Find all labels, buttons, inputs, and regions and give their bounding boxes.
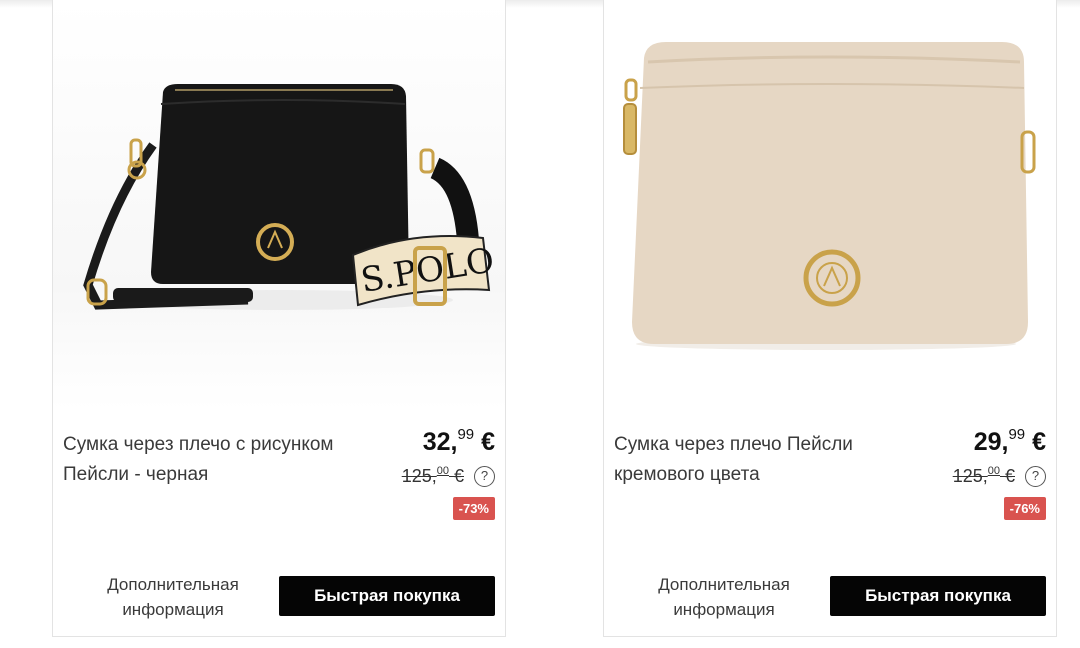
old-price-row: 125,00 € ? <box>401 465 495 487</box>
current-price: 29,99 € <box>973 426 1046 457</box>
old-price-main: 125, <box>952 466 988 486</box>
old-price-currency: € <box>448 466 464 486</box>
product-card[interactable]: S.POLO Сумка через плечо с рисунком Пейс… <box>52 0 506 637</box>
cream-bag-illustration <box>623 42 1036 350</box>
old-price-cents: 00 <box>436 465 449 477</box>
old-price: 125,00 € <box>401 465 464 487</box>
quick-buy-button[interactable]: Быстрая покупка <box>830 576 1046 616</box>
price-currency: € <box>474 428 495 456</box>
product-image[interactable] <box>604 0 1056 410</box>
old-price-main: 125, <box>401 466 437 486</box>
current-price: 32,99 € <box>422 426 495 457</box>
price-cents: 99 <box>1008 426 1026 443</box>
product-title[interactable]: Сумка через плечо с рисунком Пейсли - че… <box>63 430 363 490</box>
price-main: 29, <box>973 428 1009 456</box>
more-info-link[interactable]: Дополнительная информация <box>614 572 834 622</box>
old-price: 125,00 € <box>952 465 1015 487</box>
price-cents: 99 <box>457 426 475 443</box>
product-title[interactable]: Сумка через плечо Пейсли кремового цвета <box>614 430 914 490</box>
price-currency: € <box>1025 428 1046 456</box>
quick-buy-button[interactable]: Быстрая покупка <box>279 576 495 616</box>
product-card[interactable]: Сумка через плечо Пейсли кремового цвета… <box>603 0 1057 637</box>
price-main: 32, <box>422 428 458 456</box>
question-icon[interactable]: ? <box>474 466 495 487</box>
more-info-link[interactable]: Дополнительная информация <box>63 572 283 622</box>
question-icon[interactable]: ? <box>1025 466 1046 487</box>
old-price-row: 125,00 € ? <box>952 465 1046 487</box>
old-price-currency: € <box>999 466 1015 486</box>
discount-badge: -73% <box>452 497 495 520</box>
black-bag-illustration: S.POLO <box>83 84 497 310</box>
product-image[interactable]: S.POLO <box>53 0 505 410</box>
discount-badge: -76% <box>1003 497 1046 520</box>
old-price-cents: 00 <box>987 465 1000 477</box>
